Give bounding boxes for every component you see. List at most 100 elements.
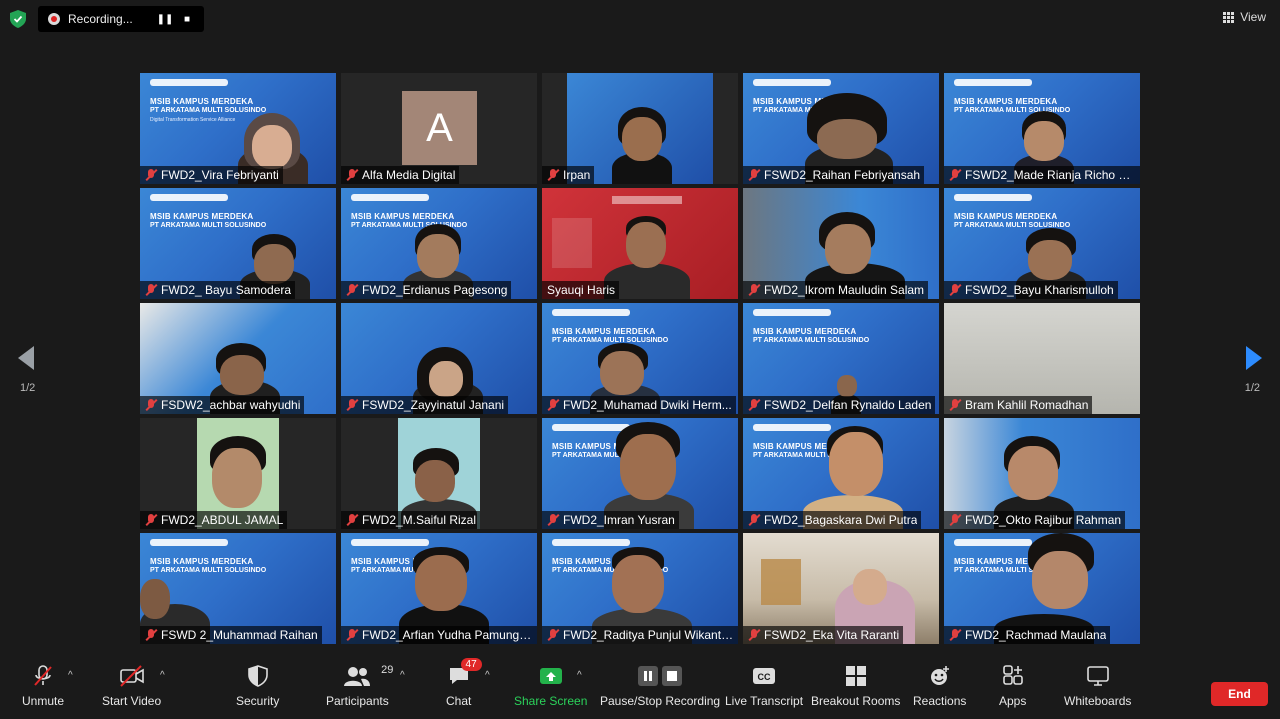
chat-label: Chat [446, 694, 472, 708]
muted-mic-icon [547, 514, 559, 526]
audio-options-caret-icon[interactable]: ^ [68, 670, 73, 681]
participant-tile[interactable]: MSIB KAMPUS MERDEKA PT ARKATAMA MULTI SO… [341, 533, 537, 644]
participants-label: Participants [326, 694, 389, 708]
pause-recording-icon[interactable]: ❚❚ [157, 12, 174, 26]
reactions-button[interactable]: Reactions [913, 664, 966, 708]
security-shield-icon[interactable] [8, 8, 28, 30]
participant-name: Bram Kahlil Romadhan [944, 396, 1093, 414]
muted-mic-icon [346, 629, 358, 641]
participant-tile[interactable]: FSDW2_achbar wahyudhi [140, 303, 336, 414]
participant-tile[interactable]: A Alfa Media Digital [341, 73, 537, 184]
participant-name: FWD2_Muhamad Dwiki Herm... [542, 396, 736, 414]
muted-mic-icon [748, 169, 760, 181]
participant-name: FWD2_Raditya Punjul Wikanto... [542, 626, 738, 644]
recording-label: Recording... [68, 12, 133, 26]
participants-options-caret-icon[interactable]: ^ [400, 670, 405, 681]
participant-name: FWD2_Rachmad Maulana [944, 626, 1111, 644]
participant-name: FSWD2_Eka Vita Raranti [743, 626, 904, 644]
participant-tile[interactable]: MSIB KAMPUS MERDEKA PT ARKATAMA MULTI SO… [944, 73, 1140, 184]
page-indicator-left: 1/2 [20, 382, 36, 394]
participant-tile[interactable]: FWD2_Okto Rajibur Rahman [944, 418, 1140, 529]
security-label: Security [236, 694, 280, 708]
participant-name: FWD2_ Bayu Samodera [140, 281, 296, 299]
share-screen-label: Share Screen [514, 694, 588, 708]
participant-name: FSDW2_achbar wahyudhi [140, 396, 305, 414]
participant-tile[interactable]: Bram Kahlil Romadhan [944, 303, 1140, 414]
participant-tile[interactable]: MSIB KAMPUS MERDEKA PT ARKATAMA MULTI SO… [743, 303, 939, 414]
pause-stop-icon [637, 664, 683, 688]
participant-tile[interactable]: FWD2_M.Saiful Rizal [341, 418, 537, 529]
active-speaker-tile[interactable]: Syauqi Haris [542, 188, 738, 299]
share-screen-icon [539, 664, 563, 688]
muted-mic-icon [748, 399, 760, 411]
next-page-arrow-icon[interactable] [1246, 346, 1262, 370]
muted-mic-icon [748, 284, 760, 296]
participant-name: FSWD2_Bayu Kharismulloh [944, 281, 1118, 299]
recording-indicator: Recording... ❚❚ ■ [38, 6, 204, 32]
participant-name: FWD2_Okto Rajibur Rahman [944, 511, 1126, 529]
muted-mic-icon [547, 169, 559, 181]
participant-tile[interactable]: FWD2_ABDUL JAMAL [140, 418, 336, 529]
video-options-caret-icon[interactable]: ^ [160, 670, 165, 681]
muted-mic-icon [145, 629, 157, 641]
participant-tile[interactable]: MSIB KAMPUS MERDEKA PT ARKATAMA MULTI SO… [140, 73, 336, 184]
participant-tile[interactable]: MSIB KAMPUS MERDEKA PT ARKATAMA MULTI SO… [542, 533, 738, 644]
whiteboards-button[interactable]: Whiteboards [1064, 664, 1131, 708]
apps-icon [1002, 664, 1024, 688]
participant-name: FWD2_Imran Yusran [542, 511, 679, 529]
end-meeting-button[interactable]: End [1211, 682, 1268, 706]
muted-mic-icon [949, 284, 961, 296]
page-indicator-right: 1/2 [1244, 382, 1260, 394]
unmute-label: Unmute [22, 694, 65, 708]
meeting-toolbar: Unmute ^ Start Video ^ Security 29 Parti… [0, 658, 1280, 719]
participant-tile[interactable]: MSIB KAMPUS MERDEKA PT ARKATAMA MULTI SO… [542, 418, 738, 529]
participant-tile[interactable]: Irpan [542, 73, 738, 184]
participants-button[interactable]: 29 Participants [326, 664, 393, 708]
participant-name: FWD2_Ikrom Mauludin Salam [743, 281, 929, 299]
participant-name: Irpan [542, 166, 595, 184]
chat-button[interactable]: 47 Chat [446, 658, 482, 708]
reactions-smiley-icon [929, 664, 951, 688]
muted-mic-icon [145, 399, 157, 411]
participant-name: FWD2_Vira Febriyanti [140, 166, 283, 184]
participant-name: FWD2_M.Saiful Rizal [341, 511, 481, 529]
reactions-label: Reactions [913, 694, 967, 708]
stop-recording-icon[interactable]: ■ [180, 12, 194, 26]
avatar: A [402, 91, 477, 165]
participant-tile[interactable]: FSWD2_Zayyinatul Janani [341, 303, 537, 414]
pause-stop-recording-button[interactable]: Pause/Stop Recording [600, 664, 720, 708]
unmute-button[interactable]: Unmute [22, 664, 64, 708]
security-button[interactable]: Security [236, 664, 279, 708]
muted-mic-icon [748, 514, 760, 526]
chat-unread-badge: 47 [460, 658, 482, 671]
participant-name: FSWD2_Raihan Febriyansah [743, 166, 925, 184]
chat-options-caret-icon[interactable]: ^ [485, 670, 490, 681]
participant-tile[interactable]: MSIB KAMPUS MERDEKA PT ARKATAMA MULTI SO… [944, 188, 1140, 299]
participant-tile[interactable]: MSIB KAMPUS MERDEKA PT ARKATAMA MULTI SO… [140, 533, 336, 644]
chat-bubble-icon: 47 [448, 658, 482, 688]
whiteboards-label: Whiteboards [1064, 694, 1132, 708]
participant-name: FWD2_ABDUL JAMAL [140, 511, 288, 529]
share-options-caret-icon[interactable]: ^ [577, 670, 582, 681]
muted-mic-icon [346, 169, 358, 181]
previous-page-arrow-icon[interactable] [18, 346, 34, 370]
muted-mic-icon [949, 399, 961, 411]
live-transcript-button[interactable]: CC Live Transcript [725, 664, 803, 708]
whiteboard-icon [1086, 664, 1110, 688]
participant-tile[interactable]: FWD2_Ikrom Mauludin Salam [743, 188, 939, 299]
participant-tile[interactable]: MSIB KAMPUS MERDEKA PT ARKATAMA MULTI SO… [743, 73, 939, 184]
start-video-button[interactable]: Start Video [102, 664, 161, 708]
breakout-rooms-button[interactable]: Breakout Rooms [811, 664, 900, 708]
view-button[interactable]: View [1223, 10, 1266, 24]
participant-tile[interactable]: MSIB KAMPUS MERDEKA PT ARKATAMA MULTI SO… [341, 188, 537, 299]
participant-tile[interactable]: FSWD2_Eka Vita Raranti [743, 533, 939, 644]
participant-tile[interactable]: MSIB KAMPUS MERDEKA PT ARKATAMA MULTI SO… [944, 533, 1140, 644]
slide-subtitle: PT ARKATAMA MULTI SOLUSINDO [150, 107, 267, 114]
participant-tile[interactable]: MSIB KAMPUS MERDEKA PT ARKATAMA MULTI SO… [542, 303, 738, 414]
slide-logo-strip [150, 79, 228, 86]
video-off-icon [119, 664, 145, 688]
participants-icon: 29 [343, 664, 393, 688]
participant-tile[interactable]: MSIB KAMPUS MERDEKA PT ARKATAMA MULTI SO… [743, 418, 939, 529]
apps-button[interactable]: Apps [999, 664, 1026, 708]
participant-tile[interactable]: MSIB KAMPUS MERDEKA PT ARKATAMA MULTI SO… [140, 188, 336, 299]
